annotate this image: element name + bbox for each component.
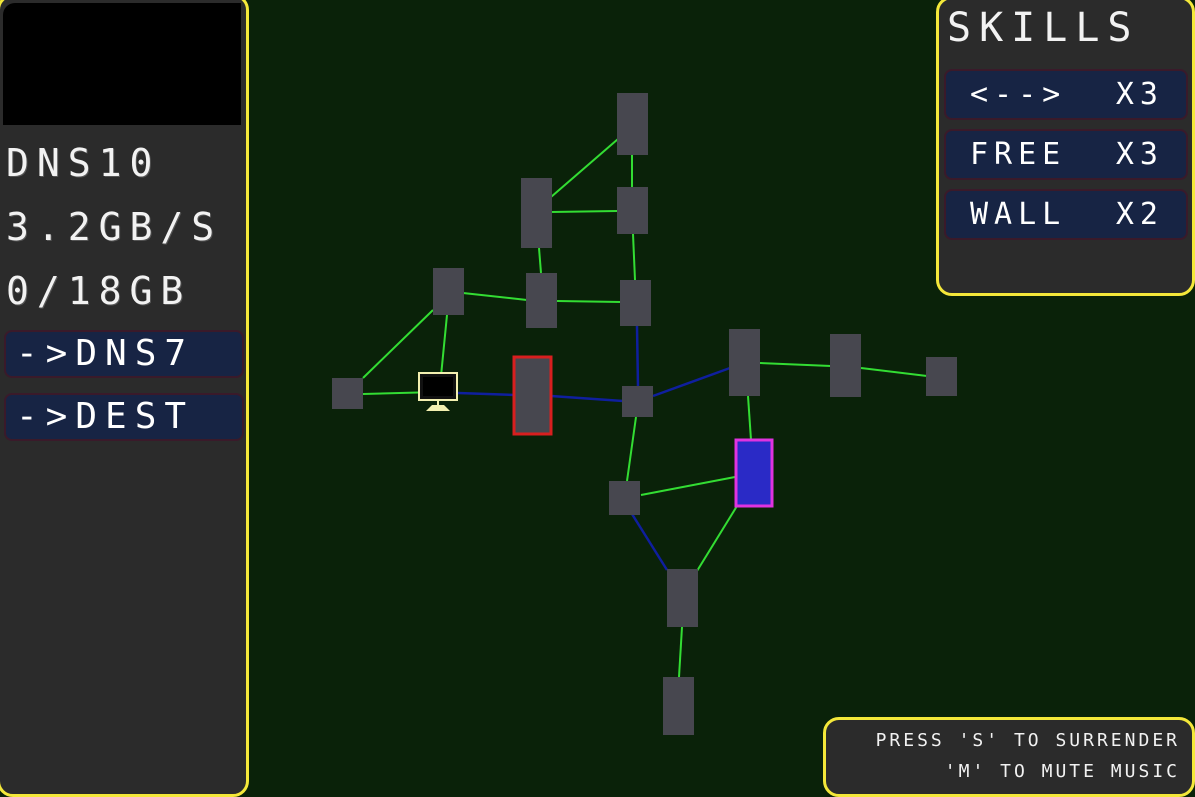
- network-node[interactable]: [622, 386, 653, 417]
- network-node[interactable]: [617, 93, 648, 155]
- skill-name: <-->: [970, 77, 1067, 112]
- link: [462, 292, 528, 301]
- route-link: [635, 325, 640, 388]
- node-info-panel: DNS10 3.2GB/S 0/18GB ->DNS7 ->DEST: [0, 0, 249, 797]
- route-button-dns7[interactable]: ->DNS7: [4, 330, 244, 378]
- network-node[interactable]: [729, 329, 760, 396]
- help-panel: PRESS 'S' TO SURRENDER 'M' TO MUTE MUSIC: [823, 717, 1195, 797]
- network-node[interactable]: [667, 569, 698, 627]
- skill-count: X3: [1115, 77, 1164, 112]
- computer-monitor-icon[interactable]: [418, 372, 458, 411]
- skills-panel: SKILLS <--> X3 FREE X3 WALL X2: [936, 0, 1195, 296]
- link: [440, 314, 448, 377]
- link: [550, 138, 619, 198]
- network-node[interactable]: [521, 178, 552, 248]
- route-button-dest[interactable]: ->DEST: [4, 393, 244, 441]
- link: [362, 309, 434, 379]
- skill-count: X2: [1115, 197, 1164, 232]
- link: [640, 476, 736, 496]
- mute-hint: 'M' TO MUTE MUSIC: [944, 761, 1180, 782]
- node-preview: [3, 3, 241, 125]
- skill-free-button[interactable]: FREE X3: [944, 129, 1188, 180]
- skills-title: SKILLS: [947, 5, 1140, 51]
- network-node[interactable]: [526, 273, 557, 328]
- network-node[interactable]: [609, 481, 640, 515]
- link: [696, 505, 738, 572]
- network-node[interactable]: [620, 280, 651, 326]
- network-node[interactable]: [332, 378, 363, 409]
- network-node[interactable]: [830, 334, 861, 397]
- skill-name: FREE: [970, 137, 1067, 172]
- surrender-hint: PRESS 'S' TO SURRENDER: [875, 730, 1180, 751]
- network-nodes[interactable]: [332, 93, 957, 735]
- link: [759, 362, 832, 367]
- target-node[interactable]: [734, 438, 774, 508]
- route-link: [652, 366, 731, 398]
- skill-swap-button[interactable]: <--> X3: [944, 69, 1188, 120]
- skill-name: WALL: [970, 197, 1067, 232]
- network-node[interactable]: [617, 187, 648, 234]
- network-node[interactable]: [433, 268, 464, 315]
- network-node[interactable]: [926, 357, 957, 396]
- route-link: [550, 394, 624, 403]
- link: [626, 416, 637, 482]
- skill-wall-button[interactable]: WALL X2: [944, 189, 1188, 240]
- route-link: [630, 513, 669, 571]
- route-link: [457, 391, 516, 397]
- link: [538, 247, 542, 274]
- link: [678, 626, 683, 678]
- network-node[interactable]: [663, 677, 694, 735]
- bandwidth-readout: 3.2GB/S: [6, 205, 223, 249]
- skill-count: X3: [1115, 137, 1164, 172]
- selected-node[interactable]: [512, 355, 553, 436]
- node-name: DNS10: [6, 141, 161, 185]
- link: [747, 395, 752, 441]
- link: [860, 367, 928, 377]
- link: [632, 233, 636, 281]
- storage-readout: 0/18GB: [6, 269, 192, 313]
- link: [556, 300, 622, 303]
- link: [550, 210, 618, 213]
